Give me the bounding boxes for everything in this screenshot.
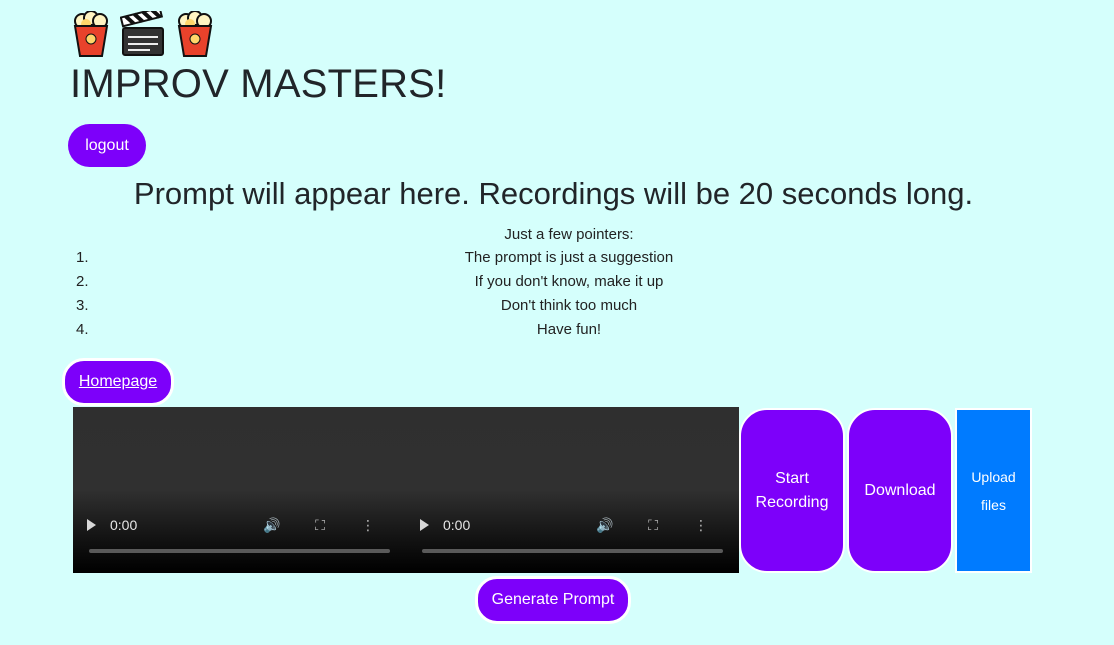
video-area: 0:00 🔊 ⛶ ⋮ 0:00 🔊 ⛶ ⋮ [73, 407, 739, 573]
popcorn-icon [72, 10, 110, 62]
list-item-text: Have fun! [536, 321, 602, 338]
list-item-number: 2. [76, 273, 89, 290]
download-button[interactable]: Download [847, 408, 953, 573]
fullscreen-icon[interactable]: ⛶ [296, 517, 344, 534]
play-icon[interactable] [87, 519, 96, 531]
header-emojis [72, 6, 214, 62]
pointers-heading: Just a few pointers: [504, 226, 634, 243]
generate-prompt-button[interactable]: Generate Prompt [475, 576, 631, 624]
list-item: 3. Don't think too much [70, 298, 1068, 322]
page: IMPROV MASTERS! logout Prompt will appea… [0, 0, 1114, 645]
page-title: IMPROV MASTERS! [70, 62, 447, 106]
prompt-text: Prompt will appear here. Recordings will… [133, 176, 974, 211]
logout-button[interactable]: logout [68, 124, 146, 167]
video-time: 0:00 [443, 517, 471, 533]
more-options-icon[interactable]: ⋮ [677, 517, 725, 534]
video-progress-bar[interactable] [422, 549, 723, 553]
video-time: 0:00 [110, 517, 138, 533]
pointer-list: 1. The prompt is just a suggestion 2. If… [70, 250, 1068, 346]
homepage-link[interactable]: Homepage [62, 358, 174, 406]
video-progress-bar[interactable] [89, 549, 390, 553]
list-item-text: The prompt is just a suggestion [464, 249, 674, 266]
volume-icon[interactable]: 🔊 [581, 517, 629, 534]
recorded-video-player[interactable]: 0:00 🔊 ⛶ ⋮ [406, 407, 739, 573]
list-item: 1. The prompt is just a suggestion [70, 250, 1068, 274]
upload-files-button[interactable]: Upload files [955, 408, 1032, 573]
start-recording-button[interactable]: Start Recording [739, 408, 845, 573]
video-controls: 0:00 🔊 ⛶ ⋮ [420, 515, 725, 535]
video-controls: 0:00 🔊 ⛶ ⋮ [87, 515, 392, 535]
popcorn-icon [176, 10, 214, 62]
list-item: 4. Have fun! [70, 322, 1068, 346]
clapper-board-icon [119, 6, 166, 62]
list-item-text: Don't think too much [500, 297, 638, 314]
list-item-number: 3. [76, 297, 89, 314]
preview-video-player[interactable]: 0:00 🔊 ⛶ ⋮ [73, 407, 406, 573]
fullscreen-icon[interactable]: ⛶ [629, 517, 677, 534]
more-options-icon[interactable]: ⋮ [344, 517, 392, 534]
list-item-number: 1. [76, 249, 89, 266]
list-item: 2. If you don't know, make it up [70, 274, 1068, 298]
list-item-number: 4. [76, 321, 89, 338]
list-item-text: If you don't know, make it up [474, 273, 664, 290]
play-icon[interactable] [420, 519, 429, 531]
volume-icon[interactable]: 🔊 [248, 517, 296, 534]
